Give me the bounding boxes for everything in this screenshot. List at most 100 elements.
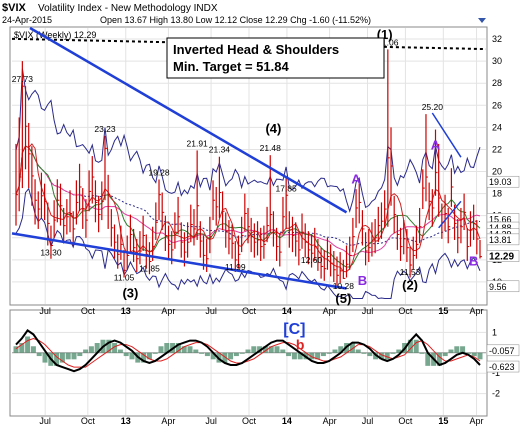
histogram-bar — [251, 346, 257, 353]
price-label: 13.30 — [40, 247, 62, 257]
histogram-bar — [152, 352, 158, 354]
x-tick-label: Oct — [242, 306, 257, 316]
histogram-bar — [30, 346, 36, 353]
price-label: 11.99 — [225, 262, 246, 272]
x-tick-label: Apr — [470, 416, 484, 426]
histogram-bar — [326, 352, 332, 354]
y-tick-label: 32 — [492, 34, 502, 44]
y-tick-label: 20 — [492, 167, 502, 177]
histogram-bar — [477, 352, 483, 360]
histogram-bar — [332, 349, 338, 353]
histogram-bar — [187, 346, 193, 353]
price-label: 11.53 — [400, 267, 421, 277]
annotation-line-1: Inverted Head & Shoulders — [173, 42, 339, 57]
histogram-bar — [367, 352, 373, 357]
histogram-bar — [123, 352, 129, 357]
histogram-bar — [355, 349, 361, 353]
ohlc-readout: Open 13.67 High 13.80 Low 12.12 Close 12… — [100, 15, 371, 25]
histogram-bar — [71, 352, 77, 360]
x-tick-label: Jul — [39, 416, 51, 426]
osc-tick-label: 1 — [492, 327, 497, 337]
histogram-bar — [280, 349, 286, 353]
histogram-bar — [390, 352, 396, 354]
x-tick-label: Apr — [323, 306, 337, 316]
x-tick-label: Oct — [81, 416, 96, 426]
histogram-bar — [158, 346, 164, 353]
histogram-bar — [320, 352, 326, 357]
wave-label: B — [358, 273, 367, 288]
histogram-bar — [291, 352, 297, 360]
x-tick-label: Jul — [205, 416, 217, 426]
histogram-bar — [448, 349, 454, 353]
histogram-bar — [239, 352, 245, 354]
price-label: 27.73 — [12, 74, 34, 84]
histogram-bar — [442, 352, 448, 357]
index-name: Volatility Index - New Methodology INDX — [38, 3, 218, 14]
right-label-text: 12.29 — [489, 252, 514, 263]
x-tick-label: 14 — [282, 416, 292, 426]
histogram-bar — [193, 349, 199, 353]
x-tick-label: Oct — [398, 306, 413, 316]
price-label: 11.85 — [139, 263, 160, 273]
histogram-bar — [471, 352, 477, 357]
x-tick-label: 13 — [121, 416, 131, 426]
chart-date: 24-Apr-2015 — [2, 15, 52, 25]
wave-c-label: [C] — [283, 321, 305, 338]
x-tick-label: Oct — [398, 416, 413, 426]
annotation-box: Inverted Head & Shoulders Min. Target = … — [166, 37, 385, 79]
histogram-bar — [65, 352, 71, 360]
y-tick-label: 28 — [492, 78, 502, 88]
x-tick-label: Jul — [39, 306, 51, 316]
histogram-bar — [83, 349, 89, 353]
price-label: 17.85 — [275, 183, 297, 193]
histogram-bar — [88, 346, 94, 353]
histogram-bar — [25, 336, 31, 353]
price-label: 25.20 — [422, 102, 444, 112]
y-tick-label: 30 — [492, 56, 502, 66]
price-label: 21.34 — [209, 145, 231, 155]
wave-label: A — [431, 137, 441, 152]
histogram-bar — [36, 352, 42, 357]
right-label-text: 9.56 — [489, 282, 507, 292]
histogram-bar — [286, 352, 292, 357]
wave-label: A — [351, 172, 361, 187]
price-label: 21.91 — [187, 138, 209, 148]
x-tick-label: 15 — [438, 416, 448, 426]
x-tick-label: Jul — [362, 306, 374, 316]
y-tick-label: 24 — [492, 122, 502, 132]
y-tick-label: 26 — [492, 100, 502, 110]
x-tick-label: Apr — [323, 416, 337, 426]
x-tick-label: Oct — [242, 416, 257, 426]
x-tick-label: Oct — [81, 306, 96, 316]
histogram-bar — [361, 352, 367, 354]
x-tick-label: Apr — [161, 306, 175, 316]
wave-label: (3) — [122, 285, 138, 300]
x-tick-label: Apr — [470, 306, 484, 316]
wave-label: (2) — [402, 278, 418, 293]
histogram-bar — [233, 352, 239, 357]
y-tick-label: 18 — [492, 189, 502, 199]
price-label: 11.05 — [114, 272, 135, 282]
wave-label: B — [469, 253, 478, 268]
price-label: 10.28 — [333, 281, 355, 291]
y-tick-label: 22 — [492, 144, 502, 154]
histogram-bar — [454, 346, 460, 353]
histogram-bar — [204, 352, 210, 357]
histogram-bar — [77, 352, 83, 357]
histogram-bar — [199, 352, 205, 354]
osc-value-label: -0.057 — [489, 346, 515, 356]
x-tick-label: Apr — [161, 416, 175, 426]
wave-label: (5) — [335, 291, 351, 306]
right-label-text: 19.03 — [489, 177, 512, 187]
annotation-line-2: Min. Target = 51.84 — [173, 59, 289, 74]
marker-b-label: b — [296, 337, 305, 353]
x-tick-label: 14 — [282, 306, 292, 316]
x-tick-label: Jul — [205, 306, 217, 316]
wave-label: (4) — [265, 121, 281, 136]
x-tick-label: 13 — [121, 306, 131, 316]
right-label-text: 13.81 — [489, 235, 512, 245]
histogram-bar — [117, 349, 123, 353]
x-tick-label: 15 — [438, 306, 448, 316]
price-label: 23.23 — [94, 124, 116, 134]
x-tick-label: Jul — [362, 416, 374, 426]
